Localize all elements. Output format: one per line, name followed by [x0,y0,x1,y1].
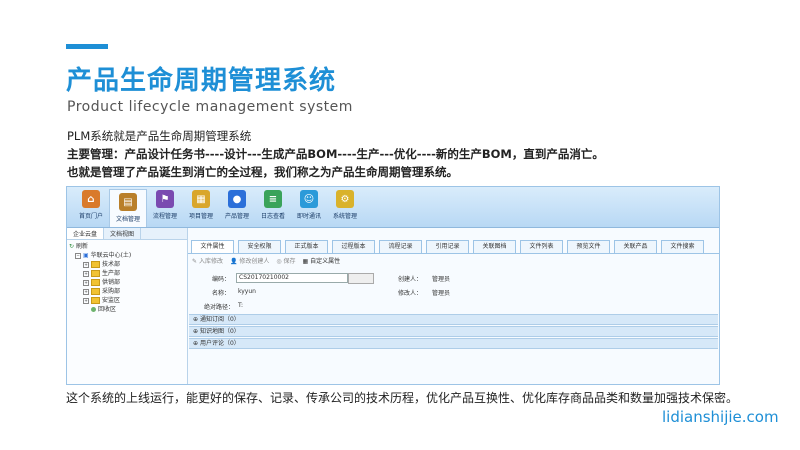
sidebar: 企业云盘 文档视图 ↻ 刷新 − ▣ 华联云中心(土) + 技术部 + 生产部 + 供销… [67,228,188,384]
collapse-icon[interactable]: − [75,252,81,259]
module-toolbar: ⌂ 首页门户 ▤ 文档管理 ⚑ 流程管理 ▦ 项目管理 ● 产品管理 ≡ 日志查看 ☺ 即时通… [67,187,719,228]
action-bar: ✎ 入库修改 👤 修改创建人 ◎ 保存 ▦ 自定义属性 [188,254,719,268]
toolbar-item-flow[interactable]: ⚑ 流程管理 [147,187,183,227]
log-icon: ≡ [264,190,282,208]
folder-icon [91,288,100,295]
sidebar-tab-docview[interactable]: 文档视图 [104,228,142,239]
tree-node[interactable]: + 技术部 [69,260,185,269]
tree-root[interactable]: − ▣ 华联云中心(土) [69,251,185,260]
expand-icon[interactable]: + [83,270,89,277]
modifier-label: 修改人： [398,290,423,297]
expand-icon[interactable]: + [83,279,89,286]
toolbar-item-home[interactable]: ⌂ 首页门户 [73,187,109,227]
tree-refresh[interactable]: ↻ 刷新 [69,242,185,251]
tab-references[interactable]: 引用记录 [426,240,469,253]
page-title: 产品生命周期管理系统 [66,66,337,96]
file-properties-form: 编码： CS20170210002 创建人： 管理员 名称： kyyun 修改人… [188,268,719,314]
name-label: 名称： [212,290,231,297]
tab-flow-records[interactable]: 流程记录 [379,240,422,253]
home-icon: ⌂ [82,190,100,208]
expand-icon[interactable]: + [83,297,89,304]
checkin-edit-button[interactable]: ✎ 入库修改 [192,256,223,266]
creator-value: 管理员 [432,276,451,283]
path-label: 绝对路径： [204,304,235,311]
creator-label: 创建人： [398,276,423,283]
chat-icon: ☺ [300,190,318,208]
tree-node[interactable]: + 生产部 [69,269,185,278]
code-label: 编码： [212,276,231,283]
detail-tabs: 文件属性 安全权限 正式版本 过程版本 流程记录 引用记录 关联图档 文件列表 … [188,240,719,254]
section-knowledge-map[interactable]: ⊕ 知识地图（0） [189,326,718,337]
main-panel: 文件属性 安全权限 正式版本 过程版本 流程记录 引用记录 关联图档 文件列表 … [188,228,719,384]
settings-icon: ⚙ [336,190,354,208]
outro-text: 这个系统的上线运行，能更好的保存、记录、传承公司的技术历程，优化产品互换性、优化… [66,391,739,405]
code-field[interactable]: CS20170210002 [236,273,348,283]
project-icon: ▦ [192,190,210,208]
toolbar-item-product[interactable]: ● 产品管理 [219,187,255,227]
save-button[interactable]: ◎ 保存 [276,256,295,266]
tab-file-search[interactable]: 文件搜索 [661,240,704,253]
tree-node[interactable]: + 采购部 [69,287,185,296]
name-value: kyyun [238,288,256,295]
section-user-comments[interactable]: ⊕ 用户评论（0） [189,338,718,349]
intro-line-2: 主要管理：产品设计任务书----设计---生成产品BOM----生产---优化-… [67,147,604,161]
server-icon: ▣ [83,252,89,259]
tree-leaf[interactable]: 回收区 [69,305,185,314]
tab-security[interactable]: 安全权限 [238,240,281,253]
intro-line-1: PLM系统就是产品生命周期管理系统 [67,129,252,143]
toolbar-item-project[interactable]: ▦ 项目管理 [183,187,219,227]
path-value: T: [238,302,244,309]
document-icon: ▤ [119,193,137,211]
expand-icon[interactable]: + [83,288,89,295]
intro-text: PLM系统就是产品生命周期管理系统 主要管理：产品设计任务书----设计---生… [67,127,757,181]
tab-process-version[interactable]: 过程版本 [332,240,375,253]
folder-icon [91,279,100,286]
flow-icon: ⚑ [156,190,174,208]
custom-attributes-button[interactable]: ▦ 自定义属性 [303,256,341,266]
section-notifications[interactable]: ⊕ 通知订阅（0） [189,314,718,325]
tab-preview[interactable]: 预览文件 [567,240,610,253]
intro-line-3: 也就是管理了产品诞生到消亡的全过程，我们称之为产品生命周期管理系统。 [67,165,458,179]
toolbar-item-document[interactable]: ▤ 文档管理 [109,189,147,227]
folder-icon [91,297,100,304]
code-browse-button[interactable] [348,273,374,284]
tab-official-version[interactable]: 正式版本 [285,240,328,253]
folder-icon [91,270,100,277]
tree-node[interactable]: + 供销部 [69,278,185,287]
toolbar-item-log[interactable]: ≡ 日志查看 [255,187,291,227]
refresh-icon: ↻ [69,243,75,250]
plm-app-screenshot: ⌂ 首页门户 ▤ 文档管理 ⚑ 流程管理 ▦ 项目管理 ● 产品管理 ≡ 日志查看 ☺ 即时通… [66,186,720,385]
tab-file-list[interactable]: 文件列表 [520,240,563,253]
tab-file-properties[interactable]: 文件属性 [191,240,234,253]
product-icon: ● [228,190,246,208]
toolbar-item-settings[interactable]: ⚙ 系统管理 [327,187,363,227]
sidebar-tab-cloud[interactable]: 企业云盘 [67,228,105,239]
tab-related-products[interactable]: 关联产品 [614,240,657,253]
expand-icon[interactable]: + [83,261,89,268]
site-watermark: lidianshijie.com [662,408,779,426]
edit-creator-button[interactable]: 👤 修改创建人 [230,256,269,266]
recycle-icon [91,307,96,312]
tab-related-drawings[interactable]: 关联图档 [473,240,516,253]
page-subtitle: Product lifecycle management system [67,99,353,115]
modifier-value: 管理员 [432,290,451,297]
folder-tree: ↻ 刷新 − ▣ 华联云中心(土) + 技术部 + 生产部 + 供销部 + 采购部 + 安监… [67,240,187,316]
sidebar-tabs: 企业云盘 文档视图 [67,228,187,240]
accent-bar [66,44,108,49]
tree-node[interactable]: + 安监区 [69,296,185,305]
folder-icon [91,261,100,268]
toolbar-item-chat[interactable]: ☺ 即时通讯 [291,187,327,227]
